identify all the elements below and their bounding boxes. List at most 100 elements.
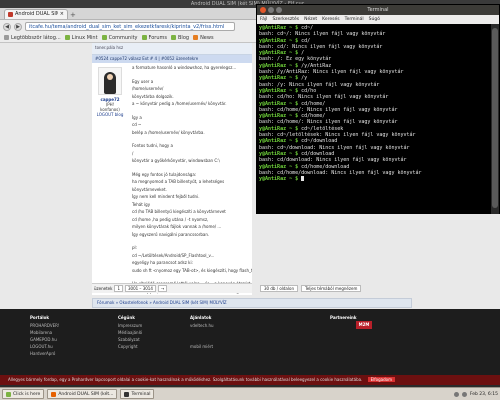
author-blog-link[interactable]: LOGOUT blog <box>96 112 124 117</box>
post-line: Így a <box>132 114 142 120</box>
url-input[interactable]: itcafe.hu/tema/android_dual_sim_ket_sim_… <box>25 22 235 31</box>
terminal-output-text: bash: cd/download: Nincs ilyen fájl vagy… <box>259 157 407 164</box>
browser-tab-label: Android DUAL SIM (két SI... <box>15 11 58 17</box>
footer-link[interactable]: Mobilarena <box>30 330 60 335</box>
forum-post: toner.pála hsz #0524 cappe72 válasz Ext … <box>92 43 252 295</box>
news-feed-icon <box>193 35 199 40</box>
footer-link[interactable]: HardverApró <box>30 351 60 356</box>
post-line: Még egy fontos jó tulajdonsága: <box>132 171 197 177</box>
terminal-output-text: bash: /: Ez egy könyvtár <box>259 56 332 63</box>
forward-icon[interactable]: ▶ <box>14 22 22 31</box>
breadcrumb[interactable]: Fórumok » Okostelefonok » Android DUAL S… <box>92 298 412 308</box>
footer-link[interactable]: mobil miért <box>190 344 214 349</box>
terminal-output-text: bash: cd~/: Nincs ilyen fájl vagy könyvt… <box>259 31 386 38</box>
post-line <box>132 73 252 77</box>
bookmark-item[interactable]: Forums <box>141 35 167 41</box>
footer-link[interactable]: Impresszum <box>118 323 142 328</box>
terminal-prompt: y@AntiRaz ~ $ <box>259 125 299 132</box>
bookmark-item[interactable]: Community <box>101 35 138 41</box>
close-icon[interactable] <box>260 7 266 13</box>
view-all-select[interactable]: Teljes témából megnézem <box>300 284 362 292</box>
terminal-prompt: y@AntiRaz ~ $ <box>259 163 299 170</box>
close-tab-icon[interactable]: × <box>60 10 64 19</box>
minimize-icon[interactable] <box>268 7 274 13</box>
menu-search[interactable]: Keresés <box>322 15 339 24</box>
terminal-title: Terminal <box>367 7 389 13</box>
bookmark-item[interactable]: Linux Mint <box>64 35 98 41</box>
menu-help[interactable]: Súgó <box>369 15 380 24</box>
post-line: könyvtár a gyökérkönyvtár, windowsban C:… <box>132 158 220 163</box>
author-role: (PH! konfanos) <box>100 102 120 112</box>
terminal-titlebar[interactable]: Terminal <box>257 5 499 15</box>
bookmark-item[interactable]: News <box>193 35 214 41</box>
terminal-command: cd/ <box>298 37 311 44</box>
terminal-icon <box>124 391 130 397</box>
page-number[interactable]: 1 <box>114 285 123 292</box>
post-line: milyen könyvtárak fájlok vannak a /home/… <box>132 224 222 229</box>
volume-icon[interactable] <box>461 391 467 397</box>
post-meta[interactable]: #0524 cappe72 válasz Ext # 4 | #0052 üze… <box>92 55 252 63</box>
page-range[interactable]: 3001 – 3014 <box>124 285 156 292</box>
terminal-prompt: y@AntiRaz ~ $ <box>259 100 299 107</box>
footer-column-offers: Ajánlatok vdeltech.hu mobil miért <box>190 315 214 349</box>
terminal-command: /y/AntiRaz <box>298 62 332 69</box>
post-line: ha megnyomod a TAB billentyűt, a lehetsé… <box>132 179 225 184</box>
terminal-command: /y <box>298 75 308 82</box>
taskbar-item-terminal[interactable]: Terminal <box>120 389 155 399</box>
per-page-select[interactable]: 30 db / oldalon <box>260 284 298 292</box>
cookie-text: Allegyes bármely fordap, egy a Prohardve… <box>8 377 363 382</box>
footer-link[interactable]: Médiaajánló <box>118 330 142 335</box>
community-icon <box>101 35 107 40</box>
cookie-bar: Allegyes bármely fordap, egy a Prohardve… <box>0 375 500 385</box>
post-line: könyvtárba dolgozik. <box>132 93 174 99</box>
footer-link[interactable]: PROHARDVER! <box>30 323 60 328</box>
post-line: Tehát így <box>132 201 151 207</box>
bookmark-item[interactable]: Legtöbbször látog... <box>4 35 61 41</box>
terminal-line: y@AntiRaz ~ $ <box>259 176 491 182</box>
terminal-output[interactable]: y@AntiRaz ~ $ cd~/bash: cd~/: Nincs ilye… <box>257 24 493 214</box>
next-page-button[interactable]: → <box>157 285 168 292</box>
back-icon[interactable]: ◀ <box>3 22 11 31</box>
footer-link[interactable]: vdeltech.hu <box>190 323 214 328</box>
pagination-controls: 30 db / oldalon Teljes témából megnézem <box>260 283 362 293</box>
clock[interactable]: Feb 23, 6:15 <box>470 392 498 397</box>
menu-view[interactable]: Nézet <box>304 15 317 24</box>
footer-link[interactable]: LOGOUT.hu <box>30 344 60 349</box>
terminal-scrollbar[interactable] <box>491 24 499 214</box>
terminal-cursor <box>301 176 305 182</box>
linux-mint-icon <box>64 35 70 40</box>
post-text: a formature hasonló a windowshoz, ha gye… <box>128 65 252 296</box>
bookmark-folder-icon <box>4 35 9 40</box>
footer-link[interactable]: Copyright <box>118 344 142 349</box>
pagination-label: üzenetek <box>94 286 113 291</box>
footer-link[interactable]: GAMEPOD.hu <box>30 337 60 342</box>
menu-terminal[interactable]: Terminál <box>345 15 364 24</box>
new-tab-button[interactable]: + <box>70 11 78 19</box>
taskbar-item-browser[interactable]: Android DUAL SIM (két... <box>47 389 118 399</box>
post-line: Fontos tudni, hogy a <box>132 143 173 148</box>
post-line <box>132 137 252 141</box>
post-line: Így nem kell mindent fejből tudni. <box>132 194 200 199</box>
post-line: Így egyszerű navigálni parancssorban. <box>132 231 210 237</box>
taskbar-item-menu[interactable]: Click is here <box>2 389 45 399</box>
footer-column-partners: Partnereink <box>330 315 357 320</box>
scrollbar-thumb[interactable] <box>492 28 498 208</box>
network-icon[interactable] <box>453 391 459 397</box>
post-line: Egy user a <box>132 78 154 84</box>
bookmark-item[interactable]: Blog <box>171 35 189 41</box>
maximize-icon[interactable] <box>276 7 282 13</box>
footer-link[interactable]: Szabályzat <box>118 337 142 342</box>
menu-file[interactable]: Fájl <box>260 15 267 24</box>
terminal-output-text: bash: cd/home/download: Nincs ilyen fájl… <box>259 169 422 176</box>
terminal-output-text: bash: cd/: Nincs ilyen fájl vagy könyvtá… <box>259 43 383 50</box>
m2m-logo[interactable]: M2M <box>356 321 372 329</box>
terminal-prompt: y@AntiRaz ~ $ <box>259 176 299 183</box>
taskbar: Click is here Android DUAL SIM (két... T… <box>0 387 500 400</box>
cookie-accept-button[interactable]: Elfogadom <box>367 377 395 382</box>
footer-column-company: Cégünk Impresszum Médiaajánló Szabályzat… <box>118 315 143 349</box>
post-line: cd /ho TAB billentyű kiegészíti a könyvt… <box>132 209 226 214</box>
post-line <box>132 166 252 170</box>
menu-edit[interactable]: Szerkesztés <box>272 15 299 24</box>
avatar[interactable] <box>98 67 122 95</box>
browser-tab[interactable]: Android DUAL SIM (két SI... × <box>4 9 68 19</box>
